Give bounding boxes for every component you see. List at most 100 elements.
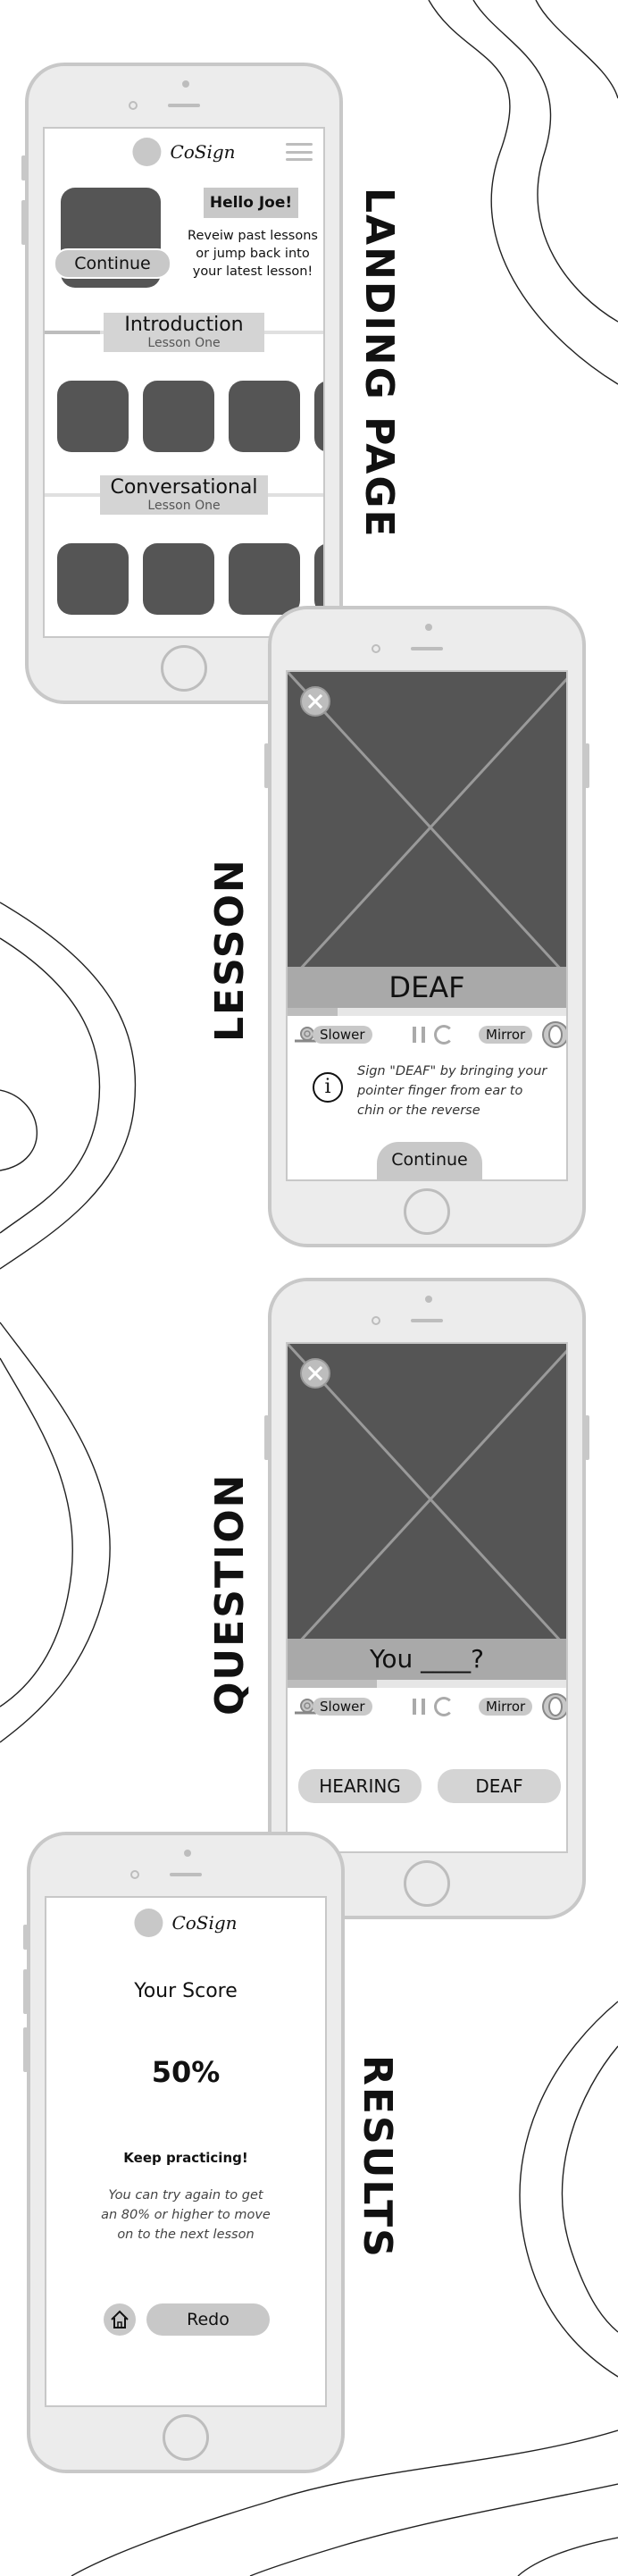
welcome-line: your latest lesson!: [192, 264, 313, 279]
lesson-tile[interactable]: [143, 543, 214, 615]
phone-side-button: [23, 1969, 28, 2014]
redo-button[interactable]: Redo: [146, 2303, 270, 2336]
brand-header: CoSign: [134, 1909, 238, 1937]
lesson-tile[interactable]: [314, 543, 323, 615]
phone-side-button: [264, 1415, 269, 1460]
brand-header: CoSign: [132, 138, 236, 166]
mirror-icon: [542, 1021, 566, 1048]
phone-sensor: [130, 1870, 139, 1879]
welcome-line: Reveiw past lessons: [188, 229, 318, 243]
info-icon: i: [313, 1072, 343, 1103]
results-phone: CoSign Your Score 50% Keep practicing! Y…: [23, 1832, 345, 2473]
lesson-tile[interactable]: [314, 381, 323, 452]
detail-line: an 80% or higher to move: [101, 2208, 271, 2222]
section-title-landing: LANDING PAGE: [356, 188, 402, 539]
greeting-badge: Hello Joe!: [204, 188, 298, 218]
pause-icon[interactable]: [413, 1027, 425, 1043]
answer-deaf-button[interactable]: DEAF: [438, 1769, 561, 1803]
phone-camera: [184, 1850, 191, 1857]
instruction-line: chin or the reverse: [357, 1103, 480, 1118]
welcome-message: Reveiw past lessons or jump back into yo…: [179, 227, 323, 281]
question-phone: You ____? Slower Mirror HEARING DEAF: [264, 1278, 589, 1919]
intro-section-label[interactable]: Introduction Lesson One: [104, 313, 264, 352]
sign-video[interactable]: [288, 672, 566, 983]
phone-side-button: [21, 200, 26, 245]
instruction-line: pointer finger from ear to: [357, 1084, 523, 1098]
phone-speaker: [170, 1873, 202, 1876]
phone-camera: [425, 1296, 432, 1303]
instruction-line: Sign "DEAF" by bringing your: [357, 1064, 547, 1078]
pause-icon[interactable]: [413, 1699, 425, 1715]
phone-side-button: [585, 743, 589, 788]
question-progress-fill: [288, 1680, 377, 1688]
conversational-section-label[interactable]: Conversational Lesson One: [100, 475, 268, 515]
phone-speaker: [168, 104, 200, 107]
lesson-progress-bar: [288, 1008, 566, 1016]
home-icon[interactable]: [104, 2303, 136, 2336]
lesson-phone: DEAF Slower Mirror i Sign "DEAF" by brin…: [264, 606, 589, 1247]
phone-sensor: [372, 1316, 380, 1325]
phone-side-button: [23, 2027, 28, 2072]
mirror-button[interactable]: Mirror: [479, 1026, 533, 1044]
question-prompt: You ____?: [288, 1639, 566, 1680]
phone-side-button: [585, 1415, 589, 1460]
slower-button[interactable]: Slower: [313, 1026, 372, 1044]
logo-icon: [132, 138, 162, 166]
sign-caption: DEAF: [288, 967, 566, 1008]
phone-home-button: [404, 1188, 450, 1235]
phone-sensor: [129, 101, 138, 110]
phone-speaker: [411, 1319, 443, 1322]
phone-camera: [182, 80, 189, 88]
continue-button[interactable]: Continue: [54, 248, 171, 279]
phone-speaker: [411, 647, 443, 650]
section-subtitle: Lesson One: [147, 499, 221, 513]
video-placeholder-icon: [288, 672, 566, 983]
close-icon[interactable]: [300, 686, 330, 717]
lesson-tile[interactable]: [143, 381, 214, 452]
continue-button[interactable]: Continue: [377, 1142, 482, 1179]
welcome-line: or jump back into: [196, 247, 310, 261]
lesson-tile[interactable]: [57, 543, 129, 615]
slower-button[interactable]: Slower: [313, 1698, 372, 1716]
phone-home-button: [161, 645, 207, 692]
section-title-lesson: LESSON: [207, 858, 253, 1042]
playback-controls: Slower Mirror: [288, 1693, 566, 1721]
feedback-title: Keep practicing!: [123, 2150, 248, 2166]
replay-icon[interactable]: [434, 1697, 454, 1716]
instruction-text: Sign "DEAF" by bringing your pointer fin…: [357, 1061, 566, 1120]
sign-video[interactable]: [288, 1344, 566, 1655]
phone-sensor: [372, 644, 380, 653]
detail-line: You can try again to get: [108, 2188, 263, 2203]
mirror-icon: [542, 1693, 566, 1720]
answer-hearing-button[interactable]: HEARING: [298, 1769, 422, 1803]
section-title: Conversational: [110, 476, 258, 499]
lesson-screen: DEAF Slower Mirror i Sign "DEAF" by brin…: [286, 670, 568, 1181]
intro-progress-fill: [45, 331, 101, 334]
score-value: 50%: [151, 2055, 221, 2089]
phone-camera: [425, 624, 432, 631]
section-title-question: QUESTION: [207, 1473, 253, 1716]
section-title: Introduction: [124, 314, 244, 336]
hamburger-menu-icon[interactable]: [286, 143, 313, 161]
lesson-tile[interactable]: [57, 381, 129, 452]
results-screen: CoSign Your Score 50% Keep practicing! Y…: [45, 1896, 327, 2407]
question-progress-bar: [288, 1680, 566, 1688]
close-icon[interactable]: [300, 1358, 330, 1389]
feedback-detail: You can try again to get an 80% or highe…: [46, 2186, 325, 2245]
brand-name: CoSign: [171, 1912, 238, 1934]
landing-screen: CoSign Continue Hello Joe! Reveiw past l…: [43, 127, 325, 638]
section-title-results: RESULTS: [355, 2055, 400, 2259]
replay-icon[interactable]: [434, 1025, 454, 1045]
score-heading: Your Score: [134, 1980, 238, 2002]
question-screen: You ____? Slower Mirror HEARING DEAF: [286, 1342, 568, 1853]
section-subtitle: Lesson One: [147, 336, 221, 350]
lesson-progress-fill: [288, 1008, 338, 1016]
phone-side-button: [23, 1925, 28, 1950]
phone-home-button: [163, 2414, 209, 2461]
lesson-tile[interactable]: [229, 543, 300, 615]
mirror-button[interactable]: Mirror: [479, 1698, 533, 1716]
phone-side-button: [264, 743, 269, 788]
lesson-tile[interactable]: [229, 381, 300, 452]
video-placeholder-icon: [288, 1344, 566, 1655]
playback-controls: Slower Mirror: [288, 1021, 566, 1049]
